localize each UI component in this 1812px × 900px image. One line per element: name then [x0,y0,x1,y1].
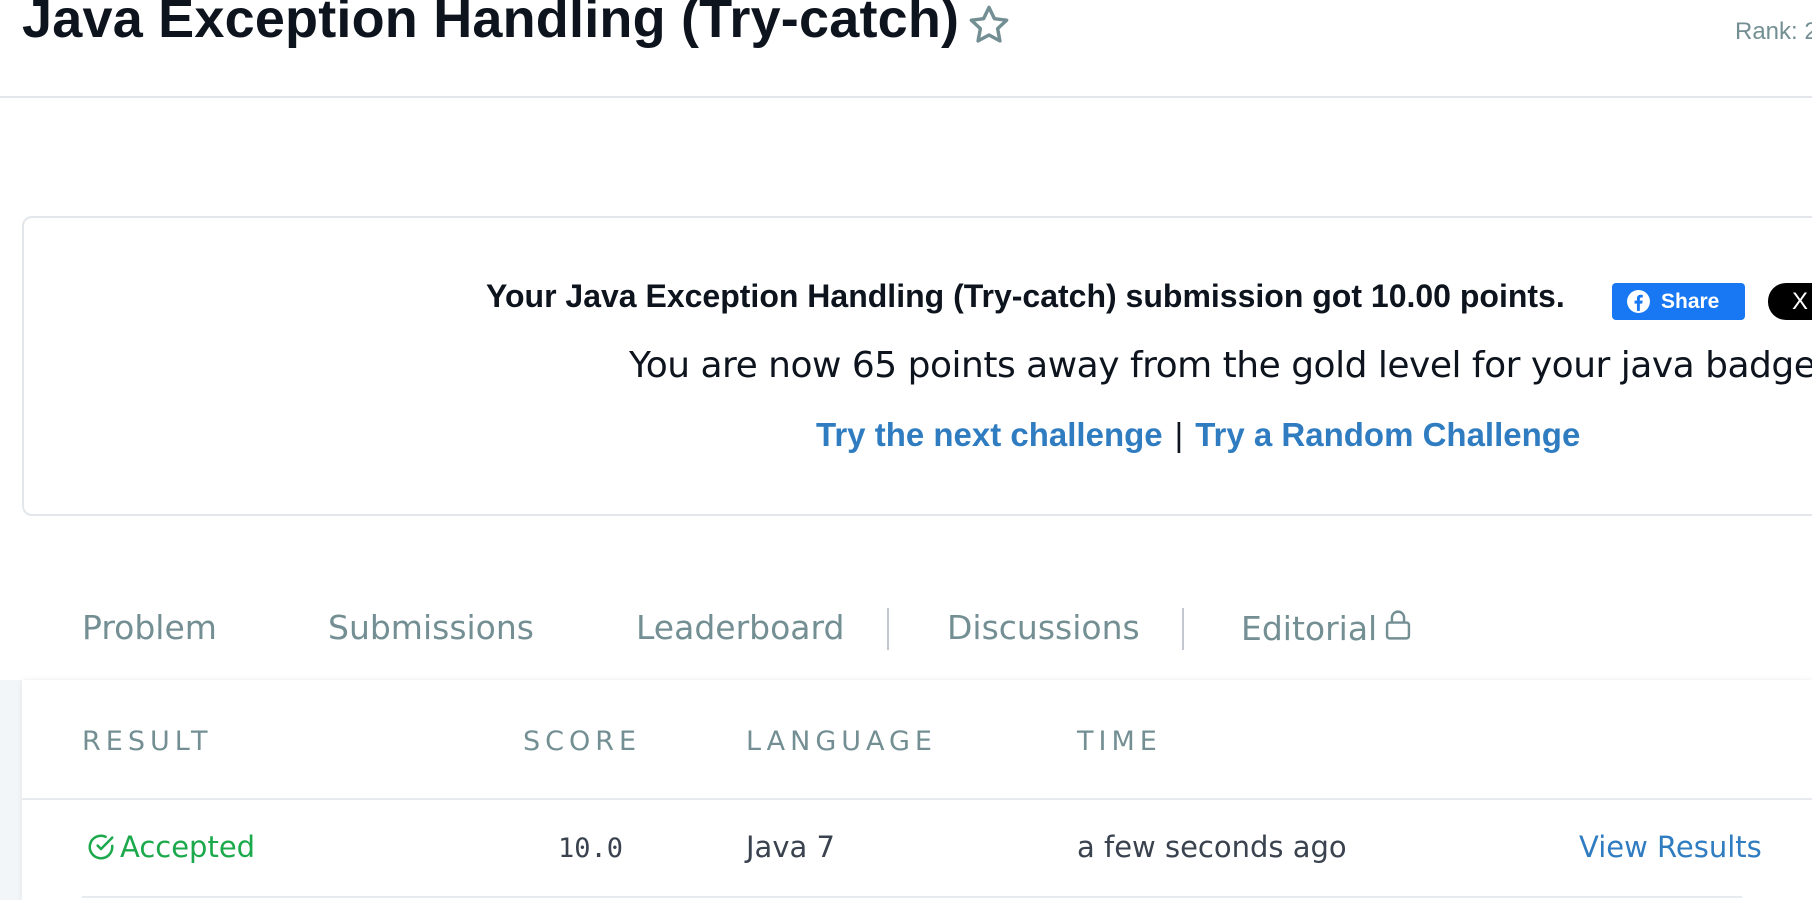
tab-divider [887,608,889,650]
result-text: Accepted [120,830,256,864]
submissions-table [22,680,1812,900]
tab-divider [1182,608,1184,650]
rank-label: Rank: 2 [1735,18,1812,45]
tab-editorial-label: Editorial [1241,609,1378,648]
column-header-result: RESULT [82,726,213,757]
table-row-divider [82,896,1742,898]
tab-leaderboard[interactable]: Leaderboard [636,608,844,647]
challenge-header: Java Exception Handling (Try-catch) Rank… [0,0,1812,98]
badge-progress-message: You are now 65 points away from the gold… [629,345,1812,386]
facebook-icon [1627,290,1650,313]
column-header-time: TIME [1077,726,1162,757]
submission-message: Your Java Exception Handling (Try-catch)… [486,278,1565,314]
random-challenge-link[interactable]: Try a Random Challenge [1195,416,1580,453]
page-title: Java Exception Handling (Try-catch) [22,0,960,49]
check-circle-icon [88,834,114,860]
column-header-language: LANGUAGE [746,726,937,757]
link-separator: | [1174,416,1184,453]
lock-icon [1386,610,1411,640]
star-icon[interactable] [966,2,1012,48]
facebook-share-button[interactable]: Share [1612,283,1745,320]
tab-editorial[interactable]: Editorial [1241,608,1413,648]
column-header-score: SCORE [523,726,642,757]
status-badge: Accepted [86,830,255,864]
next-challenge-links: Try the next challenge | Try a Random Chal… [816,416,1580,454]
view-results-link[interactable]: View Results [1579,830,1762,864]
next-challenge-link[interactable]: Try the next challenge [816,416,1163,453]
tab-problem[interactable]: Problem [82,608,217,647]
tab-discussions[interactable]: Discussions [947,608,1140,647]
language-value: Java 7 [746,830,835,864]
tab-submissions[interactable]: Submissions [328,608,534,647]
x-logo-icon: X [1792,288,1809,315]
share-label: Share [1661,289,1720,313]
time-value: a few seconds ago [1077,830,1347,864]
x-share-button[interactable]: X [1768,283,1812,320]
score-value: 10.0 [558,833,624,864]
table-header-divider [22,798,1812,800]
